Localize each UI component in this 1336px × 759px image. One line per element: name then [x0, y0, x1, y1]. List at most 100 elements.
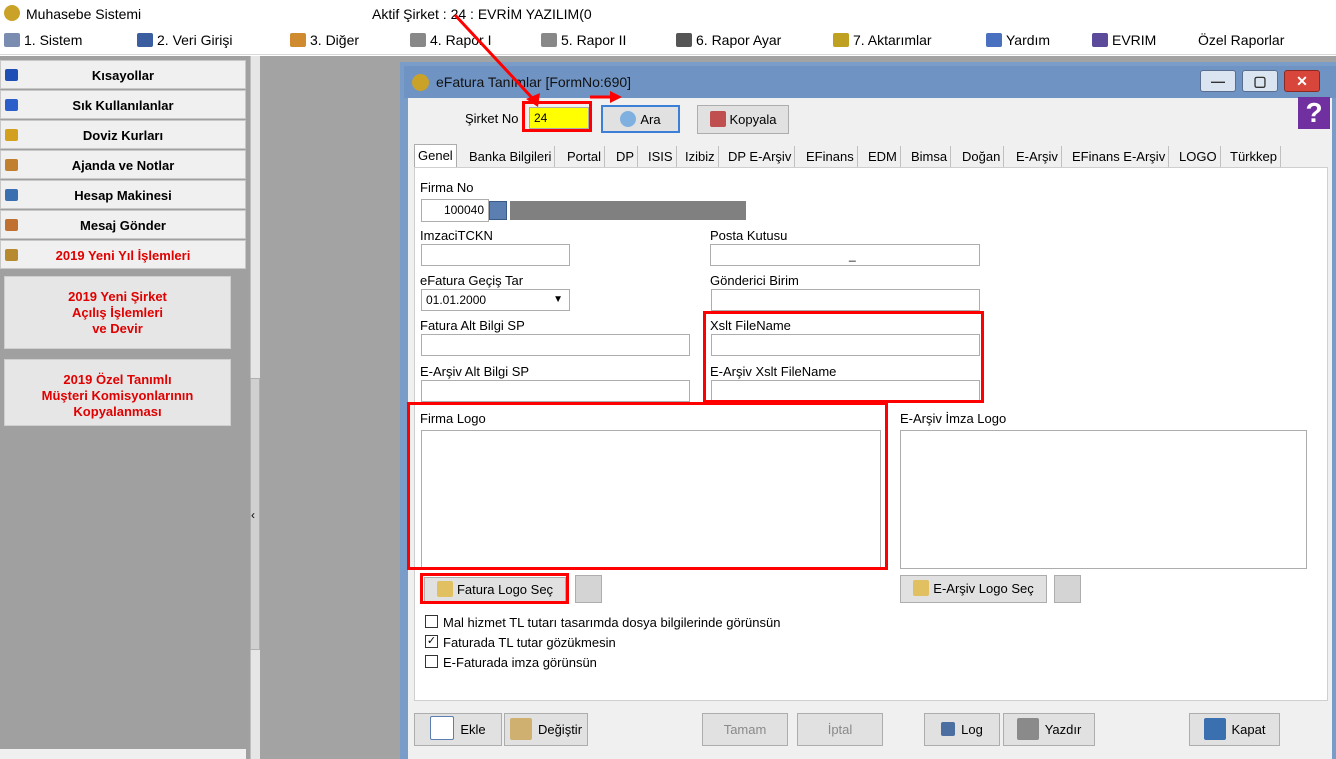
gecis-tar-input[interactable]: 01.01.2000 ▼	[421, 289, 570, 311]
sidebar-item-doviz-kurlari[interactable]: Doviz Kurları	[0, 120, 246, 149]
redacted-firma-name	[510, 201, 746, 220]
tab-strip: Genel Banka Bilgileri Portal DP ISIS Izi…	[414, 144, 1328, 169]
tools-icon	[290, 33, 306, 47]
copy-icon	[709, 111, 726, 127]
close-window-button[interactable]: ✕	[1284, 70, 1320, 92]
imzaci-input[interactable]	[421, 244, 570, 266]
checkbox-tl-tutar-label: Faturada TL tutar gözükmesin	[443, 635, 616, 650]
earsiv-alt-input[interactable]	[421, 380, 690, 402]
menu-sistem[interactable]: 1. Sistem	[4, 32, 82, 48]
fatura-alt-label: Fatura Alt Bilgi SP	[420, 318, 525, 333]
help-question-icon[interactable]: ?	[1298, 97, 1330, 129]
agenda-icon	[5, 159, 18, 171]
tab-efinans[interactable]: EFinans	[803, 146, 858, 167]
tab-dogan[interactable]: Doğan	[959, 146, 1005, 167]
gonderici-label: Gönderici Birim	[710, 273, 799, 288]
firma-no-input[interactable]: 100040	[421, 199, 489, 222]
earsiv-logo-clear-button[interactable]	[1054, 575, 1081, 603]
tab-genel[interactable]: Genel	[414, 144, 457, 169]
firma-no-label: Firma No	[420, 180, 474, 195]
tab-izibiz[interactable]: Izibiz	[682, 146, 719, 167]
fatura-logo-clear-button[interactable]	[575, 575, 602, 603]
degistir-button[interactable]: Değiştir	[504, 713, 588, 746]
tab-portal[interactable]: Portal	[564, 146, 605, 167]
sidebar-item-kisayollar[interactable]: Kısayollar	[0, 60, 246, 89]
edit-icon	[137, 33, 153, 47]
sidebar-item-hesap-makinesi[interactable]: Hesap Makinesi	[0, 180, 246, 209]
checkbox-imza-label: E-Faturada imza görünsün	[443, 655, 597, 670]
minimize-button[interactable]: —	[1200, 70, 1236, 92]
tab-efinans-earsiv[interactable]: EFinans E-Arşiv	[1069, 146, 1170, 167]
new-document-icon	[430, 716, 455, 740]
tab-edm[interactable]: EDM	[865, 146, 901, 167]
log-button[interactable]: Log	[924, 713, 1000, 746]
iptal-button[interactable]: İptal	[797, 713, 883, 746]
printer-icon	[1016, 718, 1039, 740]
earsiv-imza-logo-image	[900, 430, 1307, 569]
sidebar-item-sik-kullanilanlar[interactable]: Sık Kullanılanlar	[0, 90, 246, 119]
menu-yardim[interactable]: Yardım	[986, 32, 1050, 48]
tab-dp-earsiv[interactable]: DP E-Arşiv	[725, 146, 796, 167]
book-icon	[1092, 33, 1108, 47]
menu-veri-girisi[interactable]: 2. Veri Girişi	[137, 32, 232, 48]
highlight-firma-logo	[407, 402, 888, 570]
annotation-arrows	[453, 13, 622, 107]
tab-dp[interactable]: DP	[613, 146, 639, 167]
menu-aktarimlar[interactable]: 7. Aktarımlar	[833, 32, 932, 48]
highlight-fatura-logo-sec	[420, 573, 569, 604]
menu-evrim[interactable]: EVRIM	[1092, 32, 1156, 48]
yazdir-button[interactable]: Yazdır	[1003, 713, 1095, 746]
log-icon	[941, 722, 956, 736]
tab-isis[interactable]: ISIS	[645, 146, 677, 167]
collapse-chevron-icon[interactable]: ‹	[251, 508, 255, 522]
tab-banka-bilgileri[interactable]: Banka Bilgileri	[466, 146, 556, 167]
app-logo-icon	[4, 5, 20, 21]
checkbox-mal-hizmet-label: Mal hizmet TL tutarı tasarımda dosya bil…	[443, 615, 781, 630]
checkbox-mal-hizmet[interactable]	[425, 615, 438, 628]
tab-bimsa[interactable]: Bimsa	[908, 146, 952, 167]
menu-rapor-ayar[interactable]: 6. Rapor Ayar	[676, 32, 781, 48]
firma-no-lookup-icon[interactable]	[489, 201, 507, 220]
app-title-bar: Muhasebe Sistemi Aktif Şirket : 24 : EVR…	[0, 0, 1336, 28]
folder-open-icon	[913, 580, 930, 596]
ekle-button[interactable]: Ekle	[414, 713, 502, 746]
tab-earsiv[interactable]: E-Arşiv	[1013, 146, 1062, 167]
checkbox-tl-tutar[interactable]: ✓	[425, 635, 438, 648]
printer-icon	[410, 33, 426, 47]
tamam-button[interactable]: Tamam	[702, 713, 788, 746]
gecis-tar-label: eFatura Geçiş Tar	[420, 273, 524, 288]
menu-bar: 1. Sistem 2. Veri Girişi 3. Diğer 4. Rap…	[0, 28, 1336, 55]
earsiv-alt-label: E-Arşiv Alt Bilgi SP	[420, 364, 530, 379]
maximize-button[interactable]: ▢	[1242, 70, 1278, 92]
chevron-down-icon[interactable]: ▼	[553, 290, 563, 310]
menu-diger[interactable]: 3. Diğer	[290, 32, 359, 48]
kapat-button[interactable]: Kapat	[1189, 713, 1280, 746]
tab-turkkep[interactable]: Türkkep	[1227, 146, 1281, 167]
edit-icon	[509, 718, 532, 740]
posta-kutusu-input[interactable]: _	[710, 244, 980, 266]
sidebar: Kısayollar Sık Kullanılanlar Doviz Kurla…	[0, 56, 250, 759]
exit-door-icon	[1203, 718, 1226, 740]
imzaci-label: ImzaciTCKN	[420, 228, 493, 243]
help-icon	[986, 33, 1002, 47]
sidebar-item-yeni-yil[interactable]: 2019 Yeni Yıl İşlemleri	[0, 240, 246, 269]
shortcut-icon	[5, 69, 18, 81]
kopyala-button[interactable]: Kopyala	[697, 105, 789, 134]
fatura-alt-input[interactable]	[421, 334, 690, 356]
form-logo-icon	[412, 74, 429, 91]
sidebar-box-yeni-sirket[interactable]: 2019 Yeni Şirket Açılış İşlemleri ve Dev…	[4, 276, 231, 349]
sidebar-item-ajanda[interactable]: Ajanda ve Notlar	[0, 150, 246, 179]
message-icon	[5, 219, 18, 231]
checkbox-imza[interactable]	[425, 655, 438, 668]
gear-icon	[4, 33, 20, 47]
tab-logo[interactable]: LOGO	[1176, 146, 1221, 167]
earsiv-logo-sec-button[interactable]: E-Arşiv Logo Seç	[900, 575, 1047, 603]
gonderici-input[interactable]	[711, 289, 980, 311]
highlight-xslt	[703, 311, 984, 403]
calculator-icon	[5, 189, 18, 201]
sidebar-item-mesaj-gonder[interactable]: Mesaj Gönder	[0, 210, 246, 239]
sidebar-box-komisyon[interactable]: 2019 Özel Tanımlı Müşteri Komisyonlarını…	[4, 359, 231, 426]
currency-icon	[5, 129, 18, 141]
menu-ozel-raporlar[interactable]: Özel Raporlar	[1198, 32, 1284, 48]
report-icon	[676, 33, 692, 47]
